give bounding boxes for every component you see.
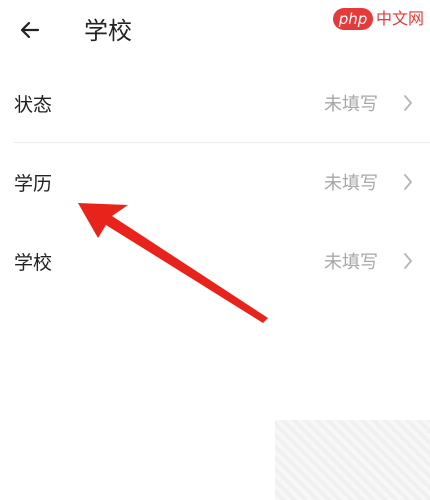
- arrow-left-icon: [20, 21, 40, 39]
- row-education[interactable]: 学历 未填写: [0, 152, 430, 212]
- top-bar: 学校 php 中文网: [0, 0, 430, 62]
- chevron-right-icon: [400, 251, 416, 271]
- chevron-right-icon: [400, 172, 416, 192]
- row-value: 未填写: [324, 252, 378, 273]
- row-label: 学校: [14, 251, 53, 274]
- row-status[interactable]: 状态 未填写: [0, 73, 430, 133]
- watermark-logo: php: [332, 8, 373, 30]
- site-watermark: php 中文网: [332, 8, 424, 30]
- row-label: 学历: [14, 172, 53, 195]
- row-label: 状态: [14, 93, 53, 116]
- watermark-site-text: 中文网: [375, 9, 424, 28]
- page-title: 学校: [84, 17, 132, 45]
- chevron-right-icon: [400, 93, 416, 113]
- watermark-logo-text: php: [338, 10, 368, 28]
- back-button[interactable]: [14, 14, 46, 46]
- divider: [14, 142, 430, 143]
- row-value: 未填写: [324, 173, 378, 194]
- row-school[interactable]: 学校 未填写: [0, 231, 430, 291]
- blurred-area: [275, 420, 430, 500]
- row-value: 未填写: [324, 94, 378, 115]
